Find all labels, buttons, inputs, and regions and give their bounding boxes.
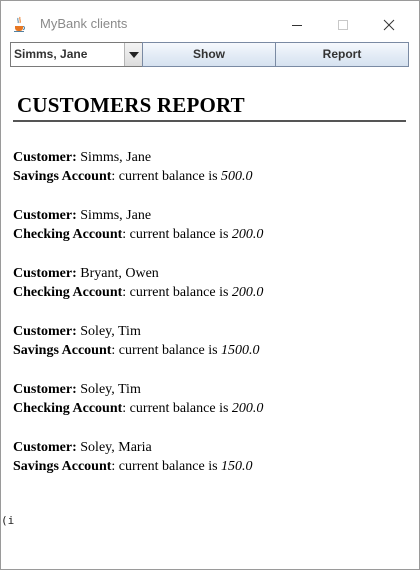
- account-line: Checking Account: current balance is 200…: [13, 399, 406, 418]
- report-entries: Customer: Simms, Jane Savings Account: c…: [13, 148, 406, 496]
- account-type: Savings Account: [13, 343, 112, 358]
- customer-combobox-value: Simms, Jane: [14, 47, 88, 61]
- balance-phrase: : current balance is: [111, 343, 218, 358]
- customer-name: Soley, Maria: [80, 440, 152, 455]
- java-coffee-cup-icon: [12, 16, 26, 32]
- account-line: Savings Account: current balance is 500.…: [13, 167, 406, 186]
- report-entry: Customer: Simms, Jane Checking Account: …: [13, 206, 406, 264]
- balance-phrase: : current balance is: [111, 459, 218, 474]
- title-bar[interactable]: MyBank clients: [1, 1, 419, 39]
- customer-line: Customer: Soley, Maria: [13, 438, 406, 457]
- customer-line: Customer: Simms, Jane: [13, 148, 406, 167]
- report-entry: Customer: Soley, Maria Savings Account: …: [13, 438, 406, 496]
- minimize-icon[interactable]: [274, 10, 320, 40]
- report-title: CUSTOMERS REPORT: [17, 93, 245, 117]
- customer-label: Customer:: [13, 150, 77, 165]
- customer-line: Customer: Soley, Tim: [13, 380, 406, 399]
- account-type: Checking Account: [13, 227, 123, 242]
- customer-name: Simms, Jane: [80, 150, 152, 165]
- customer-combobox[interactable]: Simms, Jane: [10, 42, 143, 67]
- account-type: Savings Account: [13, 169, 112, 184]
- report-entry: Customer: Soley, Tim Checking Account: c…: [13, 380, 406, 438]
- close-icon[interactable]: [366, 10, 412, 40]
- account-type: Checking Account: [13, 285, 123, 300]
- account-line: Checking Account: current balance is 200…: [13, 283, 406, 302]
- show-button[interactable]: Show: [142, 42, 276, 67]
- account-line: Savings Account: current balance is 150.…: [13, 457, 406, 476]
- balance-value: 200.0: [231, 401, 264, 416]
- customer-line: Customer: Simms, Jane: [13, 206, 406, 225]
- customer-name: Simms, Jane: [80, 208, 152, 223]
- customer-line: Customer: Soley, Tim: [13, 322, 406, 341]
- report-divider: [13, 120, 406, 122]
- customer-label: Customer:: [13, 382, 77, 397]
- maximize-icon[interactable]: [320, 10, 366, 40]
- window-title: MyBank clients: [40, 16, 128, 31]
- balance-phrase: : current balance is: [111, 169, 218, 184]
- balance-phrase: : current balance is: [122, 285, 229, 300]
- balance-phrase: : current balance is: [122, 401, 229, 416]
- customer-label: Customer:: [13, 440, 77, 455]
- customer-name: Soley, Tim: [80, 382, 141, 397]
- balance-value: 1500.0: [221, 343, 260, 358]
- report-entry: Customer: Bryant, Owen Checking Account:…: [13, 264, 406, 322]
- account-type: Savings Account: [13, 459, 112, 474]
- customer-name: Soley, Tim: [80, 324, 141, 339]
- balance-value: 500.0: [221, 169, 253, 184]
- account-line: Checking Account: current balance is 200…: [13, 225, 406, 244]
- report-panel: CUSTOMERS REPORT Customer: Simms, Jane S…: [13, 67, 406, 567]
- balance-value: 150.0: [221, 459, 253, 474]
- report-entry: Customer: Soley, Tim Savings Account: cu…: [13, 322, 406, 380]
- account-line: Savings Account: current balance is 1500…: [13, 341, 406, 360]
- stray-text: (i: [1, 514, 15, 527]
- triangle-down-icon[interactable]: [124, 43, 142, 66]
- customer-line: Customer: Bryant, Owen: [13, 264, 406, 283]
- balance-phrase: : current balance is: [122, 227, 229, 242]
- balance-value: 200.0: [231, 227, 264, 242]
- report-button[interactable]: Report: [275, 42, 409, 67]
- app-window: MyBank clients Simms, Jane Show Report C…: [0, 0, 420, 570]
- toolbar: Simms, Jane Show Report: [10, 42, 409, 67]
- customer-label: Customer:: [13, 266, 77, 281]
- balance-value: 200.0: [231, 285, 264, 300]
- customer-label: Customer:: [13, 208, 77, 223]
- customer-label: Customer:: [13, 324, 77, 339]
- customer-name: Bryant, Owen: [80, 266, 159, 281]
- report-entry: Customer: Simms, Jane Savings Account: c…: [13, 148, 406, 206]
- account-type: Checking Account: [13, 401, 123, 416]
